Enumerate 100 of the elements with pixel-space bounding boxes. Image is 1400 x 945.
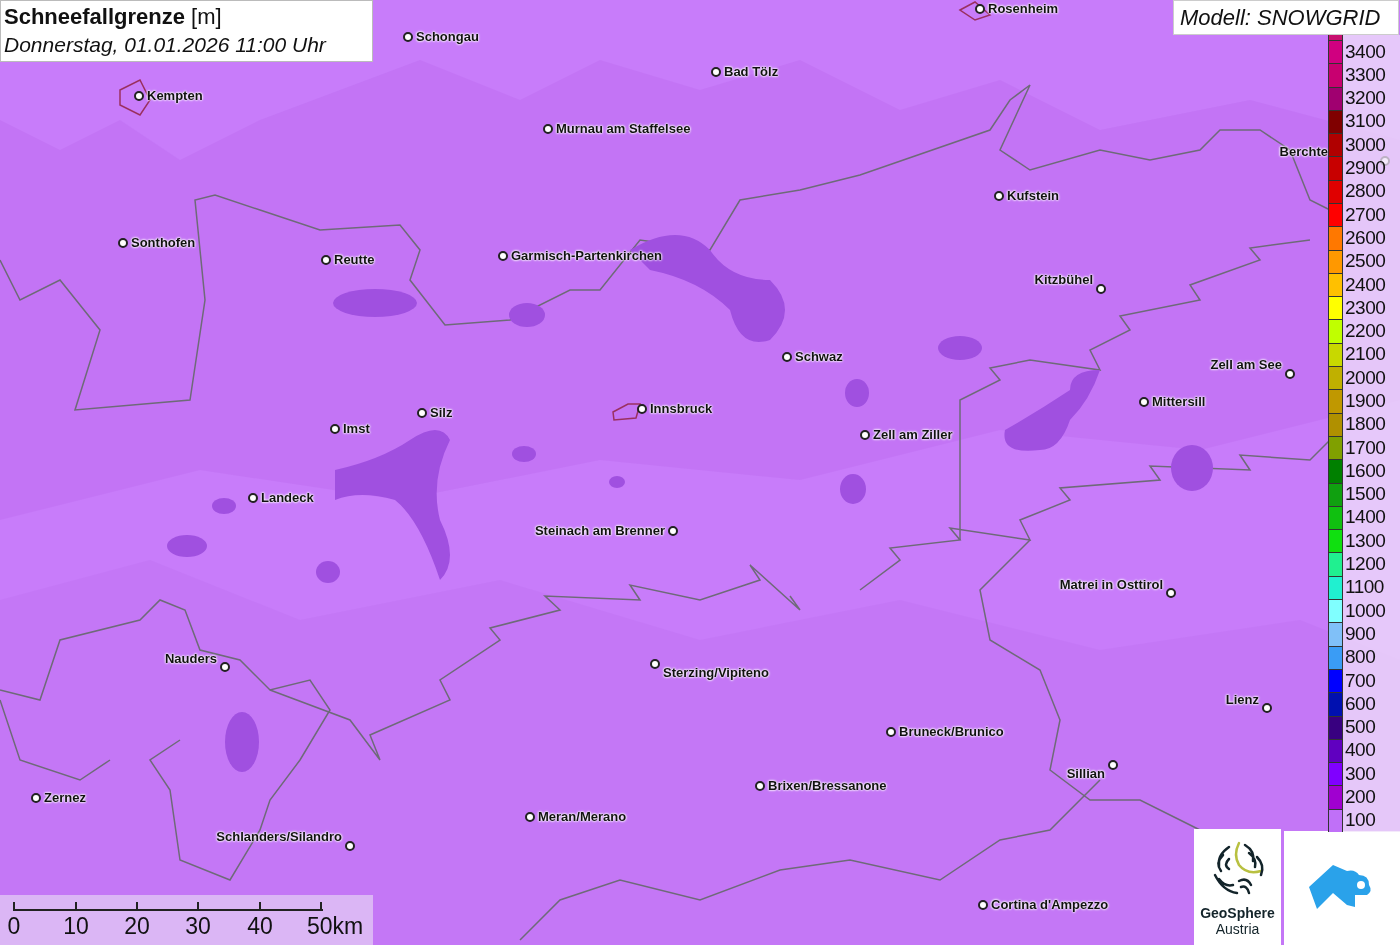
city-label: Sonthofen (131, 235, 196, 251)
legend-label: 3200 (1344, 87, 1386, 110)
city-label: Landeck (261, 490, 314, 506)
city-label: Innsbruck (650, 401, 713, 417)
legend-label: 1800 (1344, 413, 1386, 436)
date-time: Donnerstag, 01.01.2026 11:00 Uhr (4, 32, 328, 58)
city-label: Schwaz (795, 349, 843, 365)
legend-label: 1400 (1344, 506, 1386, 529)
city-label: Mittersill (1152, 394, 1206, 410)
scale-label: 10 (63, 912, 89, 940)
scale-label: 30 (185, 912, 211, 940)
city-marker-icon (860, 430, 870, 440)
legend-label: 2700 (1344, 203, 1386, 226)
city-marker-icon (975, 4, 985, 14)
legend-label: 400 (1344, 739, 1376, 762)
city-label: Murnau am Staffelsee (556, 121, 691, 137)
legend-label: 2600 (1344, 226, 1386, 249)
legend-label: 800 (1344, 646, 1376, 669)
city-label: Kempten (147, 88, 203, 104)
legend-label: 600 (1344, 692, 1376, 715)
legend-label: 2800 (1344, 180, 1386, 203)
city-marker-icon (330, 424, 340, 434)
city-marker-icon (637, 404, 647, 414)
legend-label: 2500 (1344, 250, 1386, 273)
logo-text: Austria (1215, 921, 1260, 937)
city-marker-icon (978, 900, 988, 910)
city-marker-icon (1166, 588, 1176, 598)
legend-label: 3400 (1344, 40, 1386, 63)
city-marker-icon (543, 124, 553, 134)
city-label: Sillian (1066, 766, 1105, 782)
legend-label: 1900 (1344, 390, 1386, 412)
city-marker-icon (650, 659, 660, 669)
legend-label: 200 (1344, 786, 1376, 809)
city-marker-icon (321, 255, 331, 265)
city-marker-icon (31, 793, 41, 803)
legend-label: 900 (1344, 622, 1376, 645)
city-marker-icon (525, 812, 535, 822)
city-marker-icon (886, 727, 896, 737)
city-label: Reutte (334, 252, 375, 268)
legend-label: 2200 (1344, 320, 1386, 343)
city-label: Sterzing/Vipiteno (663, 665, 769, 681)
legend-label: 1300 (1344, 529, 1386, 552)
legend-label: 2300 (1344, 296, 1386, 319)
legend-label: 2000 (1344, 366, 1386, 389)
city-label: Matrei in Osttirol (1059, 577, 1163, 593)
legend-label: 3000 (1344, 133, 1386, 156)
city-marker-icon (1262, 703, 1272, 713)
city-marker-icon (1285, 369, 1295, 379)
city-marker-icon (1139, 397, 1149, 407)
city-label: Zell am Ziller (873, 427, 953, 443)
city-marker-icon (755, 781, 765, 791)
city-marker-icon (1108, 760, 1118, 770)
city-label: Zernez (44, 790, 86, 806)
city-marker-icon (782, 352, 792, 362)
city-label: Bruneck/Brunico (899, 724, 1004, 740)
city-label: Rosenheim (988, 1, 1059, 17)
legend-label: 3300 (1344, 63, 1386, 86)
city-label: Zell am See (1210, 357, 1282, 373)
legend-label: 300 (1344, 762, 1376, 785)
model-label: Modell: SNOWGRID (1173, 0, 1399, 35)
scale-label: 40 (247, 912, 273, 940)
city-label: Cortina d'Ampezzo (991, 897, 1109, 913)
city-label: Garmisch-Partenkirchen (511, 248, 662, 264)
map-title: Schneefallgrenze [m] (4, 3, 223, 31)
city-marker-icon (220, 662, 230, 672)
city-label: Imst (343, 421, 370, 437)
scale-label: 50km (307, 912, 364, 940)
legend-label: 2100 (1344, 343, 1386, 366)
legend-label: 1200 (1344, 553, 1386, 576)
legend-label: 2400 (1344, 273, 1386, 296)
city-marker-icon (994, 191, 1004, 201)
scale-label: 20 (124, 912, 150, 940)
city-label: Kitzbühel (1034, 272, 1093, 288)
legend-label: 2900 (1344, 157, 1386, 180)
legend-label: 1700 (1344, 436, 1386, 459)
city-label: Brixen/Bressanone (768, 778, 887, 794)
city-marker-icon (1096, 284, 1106, 294)
scale-label: 0 (7, 912, 21, 940)
city-label: Lienz (1225, 692, 1259, 708)
city-marker-icon (498, 251, 508, 261)
city-marker-icon (668, 526, 678, 536)
legend-label: 3100 (1344, 110, 1386, 133)
legend-label: 700 (1344, 669, 1376, 692)
city-label: Schongau (416, 29, 479, 45)
city-marker-icon (345, 841, 355, 851)
city-label: Berchte (1279, 144, 1328, 160)
city-label: Meran/Merano (538, 809, 627, 825)
city-marker-icon (248, 493, 258, 503)
city-label: Bad Tölz (724, 64, 779, 80)
city-label: Steinach am Brenner (534, 523, 665, 539)
city-marker-icon (711, 67, 721, 77)
city-marker-icon (403, 32, 413, 42)
legend-label: 1600 (1344, 459, 1386, 482)
legend-label: 1000 (1344, 599, 1386, 622)
legend-label: 1100 (1344, 576, 1384, 599)
city-marker-icon (134, 91, 144, 101)
city-marker-icon (118, 238, 128, 248)
city-label: Kufstein (1007, 188, 1059, 204)
city-label: Silz (430, 405, 453, 421)
city-label: Schlanders/Silandro (216, 829, 342, 845)
